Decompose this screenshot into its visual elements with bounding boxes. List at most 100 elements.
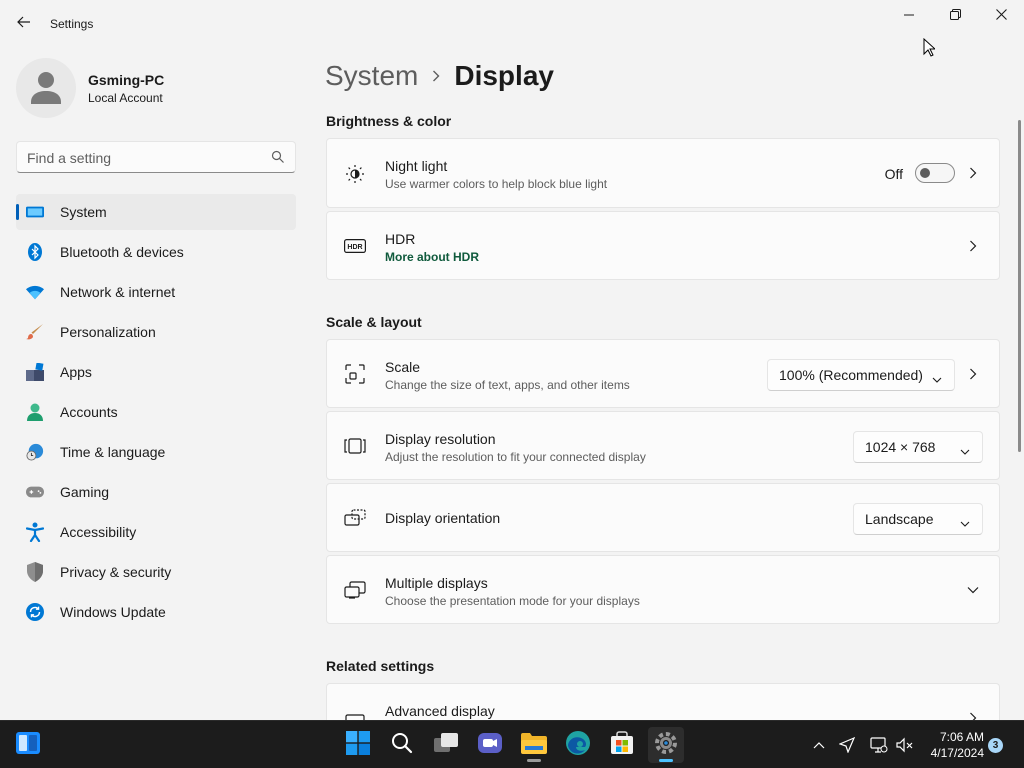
chevron-right-icon[interactable]: [967, 240, 979, 252]
chevron-right-icon[interactable]: [967, 368, 979, 380]
gamepad-icon: [26, 483, 44, 501]
page-title: Display: [454, 60, 554, 91]
night-light-card[interactable]: Night light Use warmer colors to help bl…: [326, 138, 1000, 208]
section-title-scale-layout: Scale & layout: [326, 314, 422, 330]
chevron-up-icon[interactable]: [809, 735, 829, 755]
system-clock[interactable]: 7:06 AM 4/17/2024: [918, 729, 984, 761]
monitor-icon: [26, 203, 44, 221]
sidebar-item-windows-update[interactable]: Windows Update: [16, 594, 296, 630]
search-icon: [391, 732, 413, 759]
sidebar-item-privacy[interactable]: Privacy & security: [16, 554, 296, 590]
accessibility-icon: [26, 522, 44, 542]
file-explorer-button[interactable]: [516, 727, 552, 763]
network-icon[interactable]: [869, 735, 889, 755]
scale-card[interactable]: Scale Change the size of text, apps, and…: [326, 339, 1000, 408]
night-light-subtitle: Use warmer colors to help block blue lig…: [385, 177, 608, 191]
sidebar-item-label: Time & language: [60, 444, 166, 460]
scrollbar-thumb[interactable]: [1018, 120, 1021, 452]
sidebar-item-label: Windows Update: [60, 604, 166, 620]
sidebar-item-label: Accessibility: [60, 524, 137, 540]
display-orientation-card[interactable]: Display orientation Landscape: [326, 483, 1000, 552]
taskbar-search-button[interactable]: [384, 727, 420, 763]
display-resolution-card[interactable]: Display resolution Adjust the resolution…: [326, 411, 1000, 480]
orientation-dropdown[interactable]: Landscape: [853, 503, 983, 535]
file-explorer-icon: [521, 732, 547, 759]
hdr-card[interactable]: HDR HDR More about HDR: [326, 211, 1000, 280]
scale-dropdown[interactable]: 100% (Recommended): [767, 359, 955, 391]
scale-icon: [344, 363, 366, 385]
title-bar: Settings: [0, 0, 1024, 48]
hdr-title: HDR: [385, 231, 416, 247]
scale-title: Scale: [385, 359, 421, 375]
user-profile[interactable]: Gsming-PC Local Account: [16, 58, 296, 118]
minimize-button[interactable]: [886, 0, 932, 32]
minimize-icon: [904, 7, 914, 25]
mouse-cursor-icon: [923, 37, 937, 63]
advanced-display-card[interactable]: Advanced display: [326, 683, 1000, 726]
chevron-down-icon: [960, 443, 970, 461]
close-button[interactable]: [978, 0, 1024, 32]
clock-date: 4/17/2024: [930, 746, 984, 760]
sidebar-item-gaming[interactable]: Gaming: [16, 474, 296, 510]
avatar: [16, 58, 76, 118]
edge-button[interactable]: [560, 727, 596, 763]
sidebar-item-personalization[interactable]: Personalization: [16, 314, 296, 350]
shield-icon: [26, 562, 44, 582]
wifi-icon: [26, 283, 44, 301]
sidebar-item-accessibility[interactable]: Accessibility: [16, 514, 296, 550]
task-view-button[interactable]: [428, 727, 464, 763]
night-light-toggle[interactable]: [915, 163, 955, 183]
svg-text:HDR: HDR: [347, 244, 362, 251]
sidebar-item-accounts[interactable]: Accounts: [16, 394, 296, 430]
settings-icon: [654, 731, 678, 760]
chevron-down-icon: [932, 371, 942, 389]
store-button[interactable]: [604, 727, 640, 763]
edge-icon: [566, 730, 590, 760]
brightness-icon: [344, 163, 366, 185]
advanced-display-title: Advanced display: [385, 703, 495, 719]
hdr-icon: HDR: [344, 235, 366, 257]
toggle-knob: [920, 168, 930, 178]
multiple-displays-card[interactable]: Multiple displays Choose the presentatio…: [326, 555, 1000, 624]
chat-button[interactable]: [472, 727, 508, 763]
display-resolution-title: Display resolution: [385, 431, 496, 447]
settings-button[interactable]: [648, 727, 684, 763]
search-box[interactable]: [16, 141, 296, 173]
sidebar-item-label: Bluetooth & devices: [60, 244, 184, 260]
paintbrush-icon: [26, 323, 44, 341]
search-input[interactable]: [27, 149, 257, 167]
sidebar-item-bluetooth[interactable]: Bluetooth & devices: [16, 234, 296, 270]
maximize-button[interactable]: [932, 0, 978, 32]
back-button[interactable]: [10, 10, 38, 38]
running-indicator: [527, 759, 541, 762]
location-icon[interactable]: [837, 735, 857, 755]
sidebar-item-label: Personalization: [60, 324, 156, 340]
store-icon: [610, 730, 634, 760]
chevron-right-icon[interactable]: [967, 167, 979, 179]
sidebar-item-label: Privacy & security: [60, 564, 172, 580]
scale-subtitle: Change the size of text, apps, and other…: [385, 378, 630, 392]
arrow-left-icon: [17, 15, 31, 33]
sidebar-item-time-language[interactable]: Time & language: [16, 434, 296, 470]
person-icon: [26, 403, 44, 421]
search-icon[interactable]: [271, 150, 285, 169]
breadcrumb-parent[interactable]: System: [325, 60, 418, 92]
sidebar-item-network[interactable]: Network & internet: [16, 274, 296, 310]
start-button[interactable]: [340, 727, 376, 763]
sidebar-item-apps[interactable]: Apps: [16, 354, 296, 390]
widgets-button[interactable]: [10, 727, 46, 763]
clock-time: 7:06 AM: [939, 730, 984, 744]
orientation-dropdown-value: Landscape: [865, 511, 934, 527]
notification-badge[interactable]: 3: [988, 738, 1003, 753]
multiple-displays-title: Multiple displays: [385, 575, 488, 591]
resolution-dropdown[interactable]: 1024 × 768: [853, 431, 983, 463]
section-title-related: Related settings: [326, 658, 435, 674]
hdr-learn-more-link[interactable]: More about HDR: [385, 250, 479, 264]
chevron-down-icon[interactable]: [967, 584, 979, 596]
multiple-displays-subtitle: Choose the presentation mode for your di…: [385, 594, 640, 608]
scale-dropdown-value: 100% (Recommended): [779, 367, 923, 383]
multiple-displays-icon: [344, 579, 366, 601]
globe-clock-icon: [26, 443, 44, 461]
volume-muted-icon[interactable]: [895, 735, 915, 755]
sidebar-item-system[interactable]: System: [16, 194, 296, 230]
